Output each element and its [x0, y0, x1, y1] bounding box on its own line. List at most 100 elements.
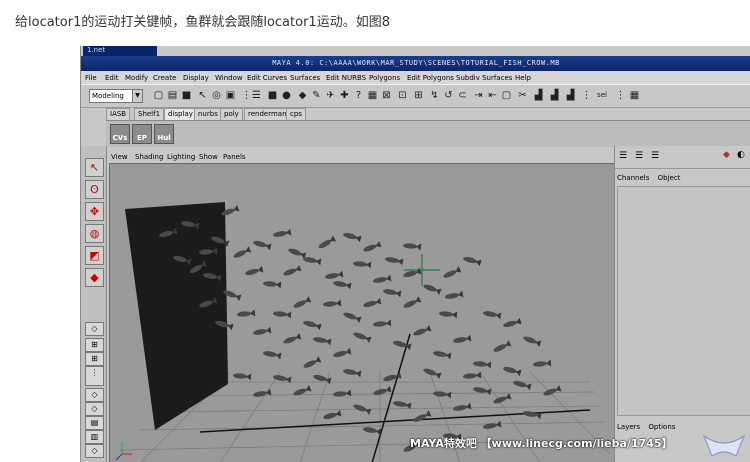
viewport-menu-lighting[interactable]: Lighting [167, 153, 195, 161]
hypershade-layout-icon[interactable]: ◇ [85, 402, 104, 416]
viewport-menu-view[interactable]: View [111, 153, 128, 161]
field-icon[interactable]: ⋮ [615, 90, 626, 101]
fish-icon [288, 248, 307, 260]
menu-edit-nurbs[interactable]: Edit NURBS [326, 74, 366, 82]
viewport-menu-panels[interactable]: Panels [223, 153, 246, 161]
input-output-icon[interactable]: ⇥ [473, 90, 484, 101]
mode-select[interactable]: Modeling ▼ [89, 89, 143, 103]
tab-cps[interactable]: cps [286, 108, 306, 120]
persp-graph-layout-icon[interactable]: ◇ [85, 388, 104, 402]
tab-shelf1[interactable]: Shelf1 [134, 108, 165, 120]
render-icon[interactable]: ✂ [517, 90, 528, 101]
toggle-panel-icon[interactable]: ⋮ [581, 90, 592, 101]
mask-joints-icon[interactable]: ■ [267, 90, 278, 101]
construction-icon[interactable]: ↺ [443, 90, 454, 101]
four-pane-layout-icon[interactable]: ⊞ [85, 338, 104, 352]
output-icon[interactable]: ⇤ [487, 90, 498, 101]
channel-box-header: Channels Object [617, 174, 686, 182]
channel-box-body [617, 186, 750, 416]
select-object-icon[interactable]: ◎ [211, 90, 222, 101]
move-tool-icon[interactable]: ✥ [85, 202, 104, 221]
mode-select-value: Modeling [92, 92, 124, 100]
tab-renderman[interactable]: renderman [244, 108, 291, 120]
viewport-menu-show[interactable]: Show [199, 153, 218, 161]
select-hierarchy-icon[interactable]: ↖ [197, 90, 208, 101]
select-tool-icon[interactable]: ↖ [85, 158, 104, 177]
mask-handles-icon[interactable]: ☰ [251, 90, 262, 101]
menu-polygons[interactable]: Polygons [369, 74, 400, 82]
snap-point-icon[interactable]: ⊡ [397, 90, 408, 101]
channel-settings-icon[interactable]: ◐ [737, 150, 745, 160]
fish-icon [513, 380, 532, 391]
toggle-icon[interactable]: ◆ [723, 150, 730, 160]
menu-window[interactable]: Window [215, 74, 243, 82]
shelf-button-cvs[interactable]: CVs [110, 124, 130, 144]
mask-surfaces-icon[interactable]: ◆ [297, 90, 308, 101]
viewport-menu-shading[interactable]: Shading [135, 153, 163, 161]
snap-curve-icon[interactable]: ⊠ [381, 90, 392, 101]
snap-plane-icon[interactable]: ⊞ [413, 90, 424, 101]
manipulator-tool-icon[interactable]: ◆ [85, 268, 104, 287]
history-icon[interactable]: ↯ [429, 90, 440, 101]
fish-icon [318, 235, 337, 249]
menu-options[interactable]: Options [648, 423, 675, 431]
save-scene-icon[interactable]: ■ [181, 90, 192, 101]
lasso-tool-icon[interactable]: ʘ [85, 180, 104, 199]
menu-file[interactable]: File [85, 74, 97, 82]
perspective-layout-icon[interactable]: ▤ [85, 416, 104, 430]
camera-layout-icon[interactable]: ◇ [85, 444, 104, 458]
tab-iasb[interactable]: IASB [106, 108, 131, 120]
ipr-render-icon[interactable]: ▟ [533, 90, 544, 101]
menu-subdiv-surfaces[interactable]: Subdiv Surfaces [456, 74, 512, 82]
menu-layers[interactable]: Layers [617, 423, 640, 431]
menu-help[interactable]: Help [515, 74, 531, 82]
layer-list-icon[interactable]: ☰ [635, 151, 643, 161]
mask-misc-icon[interactable]: ? [353, 90, 364, 101]
show-channel-box-icon[interactable]: ▦ [629, 90, 640, 101]
tab-display[interactable]: display [164, 108, 197, 120]
shelf-button-hul[interactable]: Hul [154, 124, 174, 144]
fish-icon [293, 296, 312, 308]
scale-tool-icon[interactable]: ◩ [85, 246, 104, 265]
new-scene-icon[interactable]: ▢ [153, 90, 164, 101]
mask-curves-icon[interactable]: ● [281, 90, 292, 101]
menu-edit-polygons[interactable]: Edit Polygons [407, 74, 454, 82]
menu-object[interactable]: Object [658, 174, 681, 182]
snap-grid-icon[interactable]: ▦ [367, 90, 378, 101]
fish-icon [473, 387, 492, 396]
perspective-viewport[interactable] [109, 163, 616, 462]
tab-nurbs[interactable]: nurbs [194, 108, 222, 120]
mask-rendering-icon[interactable]: ✚ [339, 90, 350, 101]
sel-label: sel [597, 91, 607, 99]
render-globals-icon[interactable]: ▟ [549, 90, 560, 101]
menu-modify[interactable]: Modify [125, 74, 148, 82]
mask-dynamics-icon[interactable]: ✈ [325, 90, 336, 101]
fish-icon [323, 409, 342, 420]
single-pane-layout-icon[interactable]: ◇ [85, 322, 104, 336]
menu-edit-curves[interactable]: Edit Curves [247, 74, 287, 82]
magnet-icon[interactable]: ⊂ [457, 90, 468, 101]
open-scene-icon[interactable]: ▤ [167, 90, 178, 101]
channel-list-icon[interactable]: ☰ [619, 151, 627, 161]
menu-edit[interactable]: Edit [105, 74, 119, 82]
tab-poly[interactable]: poly [220, 108, 243, 120]
render-view-icon[interactable]: ▢ [501, 90, 512, 101]
mask-deformations-icon[interactable]: ✎ [311, 90, 322, 101]
fish-icon [453, 334, 472, 343]
outliner-layout-icon[interactable]: ⋮ [85, 366, 104, 386]
two-pane-layout-icon[interactable]: ⊞ [85, 352, 104, 366]
shelf-button-ep[interactable]: EP [132, 124, 152, 144]
hypershade-icon[interactable]: ▟ [565, 90, 576, 101]
rotate-tool-icon[interactable]: ◍ [85, 224, 104, 243]
menu-channels[interactable]: Channels [617, 174, 649, 182]
menu-display[interactable]: Display [183, 74, 209, 82]
locator-icon[interactable] [404, 254, 440, 286]
title-bar: 1.net MAYA 4.0: C:\AAAA\WORK\MAR_STUDY\S… [81, 46, 750, 71]
fish-icon [403, 296, 422, 308]
attribute-list-icon[interactable]: ☰ [651, 151, 659, 161]
menu-create[interactable]: Create [153, 74, 176, 82]
layers-header: Layers Options [617, 423, 681, 431]
render-layout-icon[interactable]: ▥ [85, 430, 104, 444]
select-component-icon[interactable]: ▣ [225, 90, 236, 101]
menu-surfaces[interactable]: Surfaces [290, 74, 320, 82]
